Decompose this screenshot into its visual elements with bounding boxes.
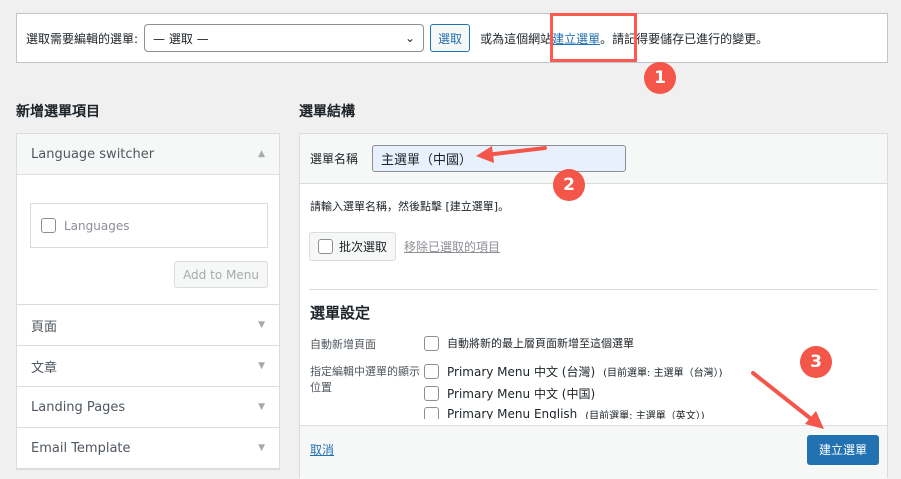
arrow-2 xyxy=(476,146,547,163)
annotation-arrows xyxy=(476,146,824,429)
annotation-2: 2 xyxy=(553,169,585,201)
annotation-3: 3 xyxy=(800,346,832,378)
arrow-3 xyxy=(751,371,824,429)
